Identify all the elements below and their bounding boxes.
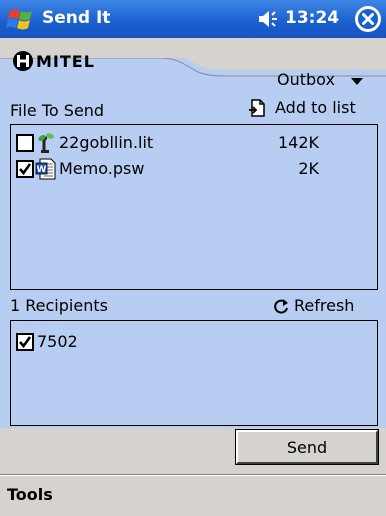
send-button[interactable]: Send (235, 429, 379, 465)
file-name: 22gobllin.lit (59, 133, 154, 152)
menu-bar (0, 474, 386, 516)
close-icon (356, 7, 380, 31)
checkmark-icon (19, 163, 32, 176)
menu-bar-divider (0, 475, 386, 476)
checkbox-unchecked[interactable] (16, 134, 34, 152)
mitel-logo-icon (13, 51, 33, 71)
close-button[interactable] (355, 6, 381, 32)
file-size: 2K (298, 159, 319, 178)
recipients-count-label: 1 Recipients (10, 296, 108, 315)
app-title: Send It (42, 8, 111, 28)
checkmark-icon (19, 336, 32, 349)
files-list[interactable]: 22gobllin.lit 142K W Memo.psw 2K (10, 124, 378, 290)
list-item[interactable]: W Memo.psw 2K (11, 156, 377, 182)
file-size: 142K (277, 133, 319, 152)
list-item[interactable]: 7502 (11, 329, 377, 355)
recipient-name: 7502 (37, 332, 78, 351)
refresh-icon[interactable] (272, 297, 290, 315)
add-file-icon[interactable] (249, 98, 267, 118)
checkbox-checked[interactable] (16, 160, 34, 178)
title-bar: Send It 13:24 (0, 0, 386, 38)
windows-start-icon[interactable] (6, 5, 36, 33)
word-doc-icon: W (35, 158, 56, 180)
chevron-down-icon[interactable] (351, 78, 363, 86)
svg-text:W: W (37, 165, 47, 175)
clock[interactable]: 13:24 (285, 8, 339, 28)
mitel-logo-text: MITEL (36, 52, 95, 71)
add-to-list-link[interactable]: Add to list (275, 98, 356, 117)
volume-icon[interactable] (257, 9, 281, 29)
checkbox-checked[interactable] (16, 333, 34, 351)
recipients-list[interactable]: 7502 (10, 320, 378, 426)
folder-dropdown[interactable]: Outbox (277, 70, 335, 89)
tools-menu[interactable]: Tools (7, 485, 53, 504)
file-name: Memo.psw (59, 159, 145, 178)
list-item[interactable]: 22gobllin.lit 142K (11, 130, 377, 156)
refresh-button[interactable]: Refresh (294, 296, 354, 315)
reader-book-icon (38, 133, 54, 153)
files-header-label: File To Send (10, 101, 105, 120)
